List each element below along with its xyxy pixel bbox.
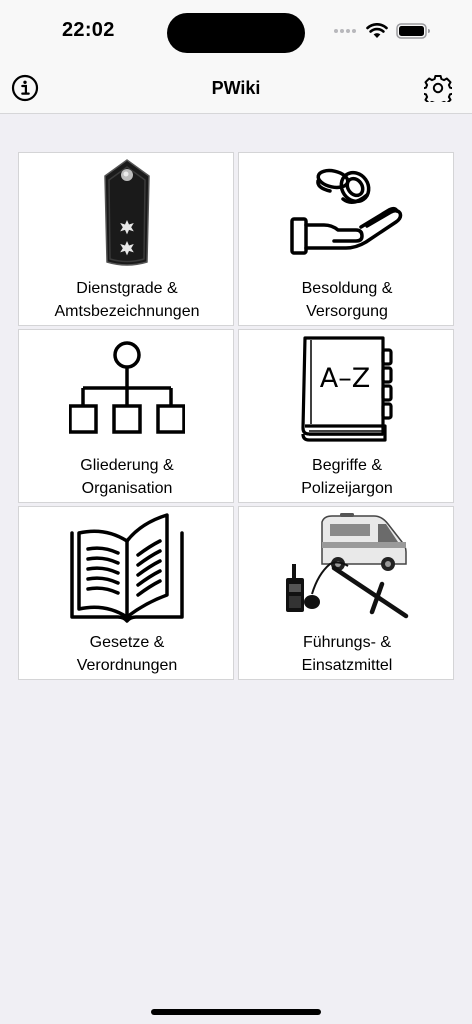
settings-button[interactable] [423,73,453,103]
tile-label: Führungs- & Einsatzmittel [301,634,393,674]
baton-icon [331,565,409,619]
battery-icon [396,23,430,39]
tile-label: Gesetze & Verordnungen [76,634,178,674]
tile-label: Dienstgrade & Amtsbezeichnungen [54,280,200,320]
wifi-icon [366,23,388,38]
page-title: PWiki [211,78,261,98]
tile-gesetze[interactable]: Gesetze & Verordnungen [18,506,234,680]
tile-label: Besoldung & Versorgung [301,280,393,320]
mic-icon [304,595,320,609]
tile-begriffe[interactable]: A–Z Begriffe & Polizeijargon [238,329,454,503]
status-time: 22:02 [62,19,115,41]
gear-icon [424,75,452,102]
tile-besoldung[interactable]: Besoldung & Versorgung [238,152,454,326]
police-equipment-icon [286,513,409,619]
radio-icon [286,564,304,612]
shoulder-board-icon [104,159,150,266]
home-indicator[interactable] [151,1009,321,1015]
tile-label: Gliederung & Organisation [80,457,174,497]
tile-gliederung[interactable]: Gliederung & Organisation [18,329,234,503]
a-z-book-icon: A–Z [301,336,393,442]
tile-fuehrungsmittel[interactable]: Führungs- & Einsatzmittel [238,506,454,680]
tile-label: Begriffe & Polizeijargon [301,457,393,497]
org-chart-icon [69,341,185,434]
top-bar: 22:02 PWiki [0,0,472,114]
book-az-text: A–Z [320,363,370,394]
category-grid: Dienstgrade & Amtsbezeichnungen Besoldun… [18,152,454,680]
tile-dienstgrade[interactable]: Dienstgrade & Amtsbezeichnungen [18,152,234,326]
open-book-icon [70,513,184,623]
cellular-signal-icon [334,29,356,33]
status-icons [334,21,432,41]
coins-hand-icon [290,168,403,255]
dynamic-island [167,13,305,53]
